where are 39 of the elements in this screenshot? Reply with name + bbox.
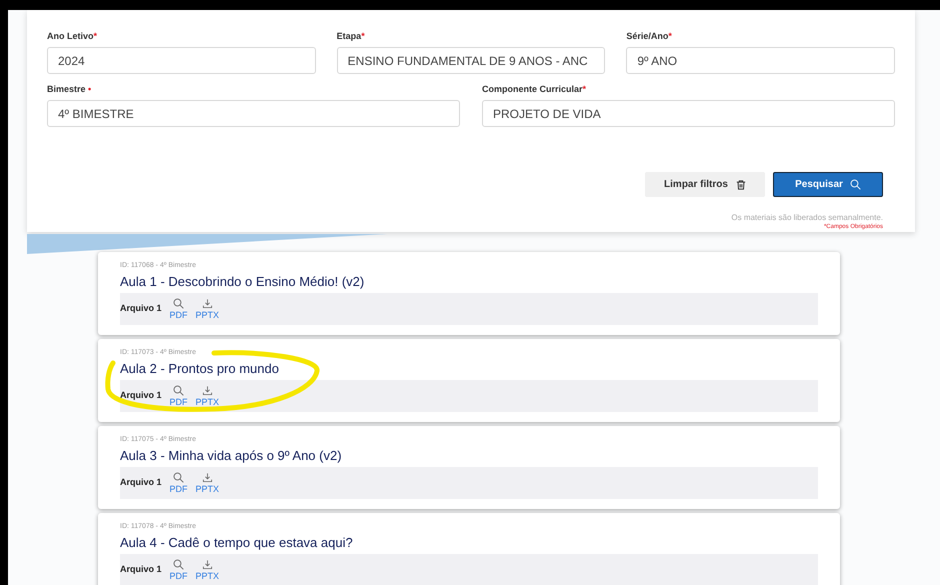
file-label: Arquivo 1 xyxy=(120,563,162,576)
field-label: Série/Ano* xyxy=(626,30,673,42)
pdf-link[interactable]: PDF xyxy=(170,472,188,494)
input-field[interactable]: 4º BIMESTRE xyxy=(47,100,460,127)
lesson-title: Aula 2 - Prontos pro mundo xyxy=(120,360,279,378)
pdf-link[interactable]: PDF xyxy=(170,559,188,581)
lesson-title: Aula 3 - Minha vida após o 9º Ano (v2) xyxy=(120,447,342,465)
input-field[interactable]: 2024 xyxy=(47,47,316,74)
input-field[interactable]: PROJETO DE VIDA xyxy=(482,100,895,127)
pptx-link[interactable]: PPTX xyxy=(196,385,220,407)
search-icon xyxy=(173,385,184,396)
file-label: Arquivo 1 xyxy=(120,389,162,402)
pdf-link[interactable]: PDF xyxy=(170,298,188,320)
lesson-title: Aula 1 - Descobrindo o Ensino Médio! (v2) xyxy=(120,273,364,291)
field-label: Ano Letivo* xyxy=(47,30,98,42)
download-icon xyxy=(202,298,213,309)
pdf-link[interactable]: PDF xyxy=(170,385,188,407)
pptx-link[interactable]: PPTX xyxy=(196,559,220,581)
file-label: Arquivo 1 xyxy=(120,476,162,490)
search-icon xyxy=(173,298,184,309)
field-label: Componente Curricular* xyxy=(482,83,588,95)
file-label: Arquivo 1 xyxy=(120,302,162,316)
download-icon xyxy=(202,559,213,570)
trash-icon xyxy=(736,180,746,190)
release-note: Os materiais são liberados semanalmente. xyxy=(731,213,883,223)
search-icon xyxy=(850,179,861,190)
field-label: Etapa* xyxy=(336,30,366,42)
search-button[interactable]: Pesquisar xyxy=(773,172,883,197)
lesson-title: Aula 4 - Cadê o tempo que estava aqui? xyxy=(120,534,353,552)
input-field[interactable]: 9º ANO xyxy=(626,47,896,74)
search-icon xyxy=(173,559,184,570)
input-field[interactable]: ENSINO FUNDAMENTAL DE 9 ANOS - ANC xyxy=(336,47,606,74)
pptx-link[interactable]: PPTX xyxy=(196,472,220,494)
pptx-link[interactable]: PPTX xyxy=(196,298,220,320)
clear-filters-button[interactable]: Limpar filtros xyxy=(645,172,765,197)
download-icon xyxy=(202,472,213,483)
download-icon xyxy=(202,385,213,396)
search-icon xyxy=(173,472,184,483)
field-label: Bimestre • xyxy=(47,83,92,95)
